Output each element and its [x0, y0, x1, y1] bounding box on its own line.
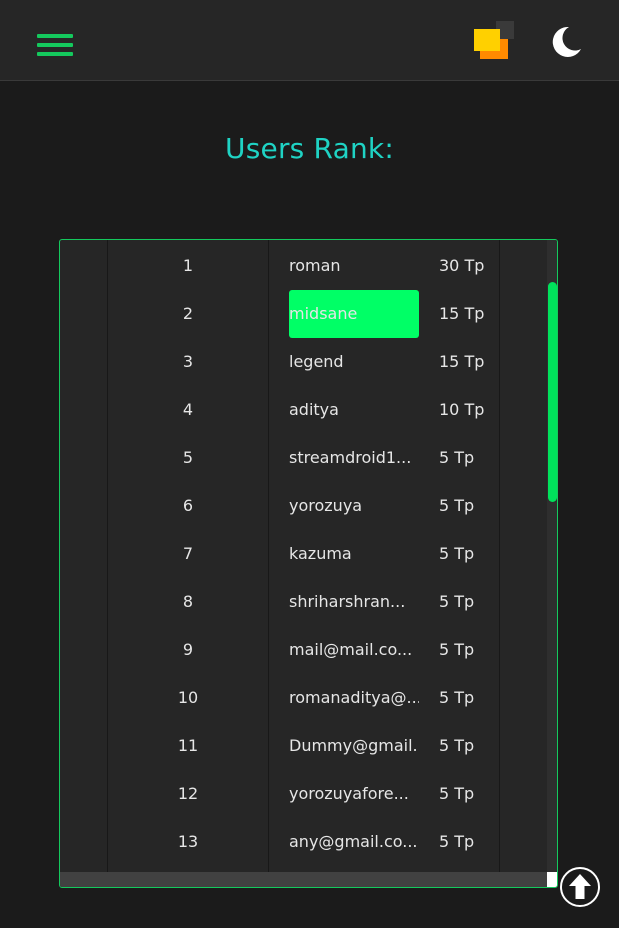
- rank-cell: 5: [182, 448, 194, 467]
- points-cell: 5 Tp: [439, 688, 475, 707]
- rank-cell: 11: [177, 736, 199, 755]
- points-cell: 5 Tp: [439, 832, 475, 851]
- username-cell[interactable]: legend: [289, 338, 419, 386]
- username-cell[interactable]: yorozuyafore...: [289, 770, 419, 818]
- moon-icon[interactable]: [549, 25, 583, 59]
- username-text: roman: [289, 256, 341, 275]
- username-text: yorozuya: [289, 496, 363, 515]
- rank-cell: 4: [182, 400, 194, 419]
- points-cell: 10 Tp: [439, 400, 485, 419]
- app-logo-icon[interactable]: [474, 21, 514, 61]
- points-cell: 5 Tp: [439, 736, 475, 755]
- page-title: Users Rank:: [225, 132, 394, 165]
- points-cell: 15 Tp: [439, 352, 485, 371]
- table-row: 3 legend 15 Tp: [60, 338, 548, 386]
- horizontal-scrollbar[interactable]: [60, 872, 547, 887]
- table-row: 13 any@gmail.co... 5 Tp: [60, 818, 548, 866]
- rank-cell: 2: [182, 304, 194, 323]
- username-cell[interactable]: romanaditya@...: [289, 674, 419, 722]
- username-cell[interactable]: any@gmail.co...: [289, 818, 419, 866]
- username-cell[interactable]: midsane: [289, 290, 419, 338]
- points-cell: 30 Tp: [439, 256, 485, 275]
- points-cell: 5 Tp: [439, 496, 475, 515]
- arrow-up-circle-icon[interactable]: [560, 867, 600, 907]
- username-cell[interactable]: shriharshran...: [289, 578, 419, 626]
- rank-cell: 3: [182, 352, 194, 371]
- leaderboard-table: 1 roman 30 Tp 2 midsane 15 Tp 3 legend 15 Tp 4 adi…: [59, 239, 558, 888]
- username-text: kazuma: [289, 544, 352, 563]
- app-root: Users Rank: 1 roman 30 Tp 2 midsane 15 Tp 3 leg…: [0, 0, 619, 928]
- username-text: aditya: [289, 400, 339, 419]
- table-row: 4 aditya 10 Tp: [60, 386, 548, 434]
- table-row: 5 streamdroid1... 5 Tp: [60, 434, 548, 482]
- points-cell: 5 Tp: [439, 640, 475, 659]
- username-text: shriharshran...: [289, 592, 406, 611]
- rank-cell: 1: [182, 256, 194, 275]
- username-cell[interactable]: yorozuya: [289, 482, 419, 530]
- username-cell[interactable]: streamdroid1...: [289, 434, 419, 482]
- username-cell[interactable]: kazuma: [289, 530, 419, 578]
- points-cell: 5 Tp: [439, 448, 475, 467]
- rank-cell: 8: [182, 592, 194, 611]
- vertical-scrollbar-thumb[interactable]: [548, 282, 557, 502]
- points-cell: 15 Tp: [439, 304, 485, 323]
- rank-cell: 10: [177, 688, 199, 707]
- username-text: streamdroid1...: [289, 448, 412, 467]
- rank-cell: 13: [177, 832, 199, 851]
- username-text: yorozuyafore...: [289, 784, 409, 803]
- username-text: romanaditya@...: [289, 688, 419, 707]
- table-row: 7 kazuma 5 Tp: [60, 530, 548, 578]
- points-cell: 5 Tp: [439, 784, 475, 803]
- scrollbar-corner: [547, 872, 557, 887]
- username-text: Dummy@gmail....: [289, 736, 419, 755]
- rank-cell: 6: [182, 496, 194, 515]
- table-row: 1 roman 30 Tp: [60, 242, 548, 290]
- username-text: any@gmail.co...: [289, 832, 418, 851]
- table-row: 8 shriharshran... 5 Tp: [60, 578, 548, 626]
- rank-cell: 9: [182, 640, 194, 659]
- username-cell[interactable]: mail@mail.co...: [289, 626, 419, 674]
- rank-cell: 12: [177, 784, 199, 803]
- hamburger-menu-icon[interactable]: [37, 34, 73, 58]
- username-text: mail@mail.co...: [289, 640, 413, 659]
- points-cell: 5 Tp: [439, 544, 475, 563]
- table-row: 10 romanaditya@... 5 Tp: [60, 674, 548, 722]
- top-navbar: [0, 0, 619, 81]
- table-row: 9 mail@mail.co... 5 Tp: [60, 626, 548, 674]
- table-row: 6 yorozuya 5 Tp: [60, 482, 548, 530]
- username-cell[interactable]: roman: [289, 242, 419, 290]
- points-cell: 5 Tp: [439, 592, 475, 611]
- table-row: 2 midsane 15 Tp: [60, 290, 548, 338]
- username-cell[interactable]: aditya: [289, 386, 419, 434]
- username-text: midsane: [289, 304, 358, 323]
- username-cell[interactable]: Dummy@gmail....: [289, 722, 419, 770]
- table-row: 11 Dummy@gmail.... 5 Tp: [60, 722, 548, 770]
- rank-cell: 7: [182, 544, 194, 563]
- username-text: legend: [289, 352, 344, 371]
- table-row: 12 yorozuyafore... 5 Tp: [60, 770, 548, 818]
